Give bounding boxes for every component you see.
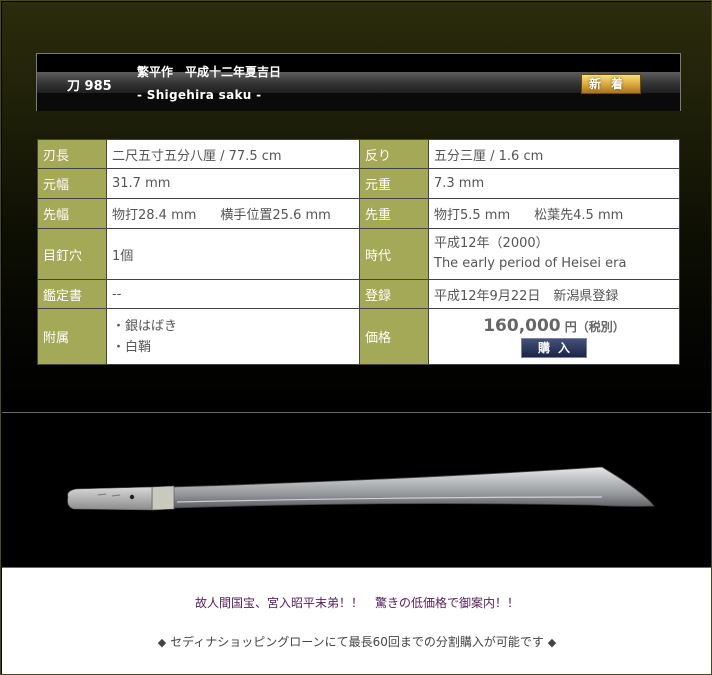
value-sakigasane: 物打5.5 mm 松葉先4.5 mm [428,198,680,229]
value-sakihaba-yokote: 横手位置25.6 mm [220,208,331,223]
sword-number: 刀 985 [67,79,112,94]
price-amount: 160,000 [483,315,561,336]
label-sakihaba: 先幅 [37,198,107,229]
label-mekugiana: 目釘穴 [37,228,107,280]
label-jidai: 時代 [359,228,429,280]
buy-button[interactable]: 購入 [521,337,587,358]
value-sakihaba: 物打28.4 mm 横手位置25.6 mm [106,198,360,229]
label-hacho: 刃長 [37,139,107,169]
value-toroku: 平成12年9月22日 新潟県登録 [428,279,680,309]
table-row: 附属 ・銀はばき ・白鞘 価格 160,000 円（税別） 購入 [37,308,680,365]
katana-image [67,466,655,511]
diamond-icon: ◆ [157,636,167,649]
title-english: - Shigehira saku - [137,88,262,102]
value-jidai: 平成12年（2000） The early period of Heisei e… [428,228,680,280]
diamond-icon: ◆ [547,636,557,649]
value-sakigasane-monouchi: 物打5.5 mm [434,208,511,223]
label-motogasane: 元重 [359,168,429,199]
notice-area: 故人間国宝、宮入昭平末弟！！ 驚きの低価格で御案内！！ ◆ セディナショッピング… [2,568,711,674]
value-fuzoku: ・銀はばき ・白鞘 [106,308,360,365]
fuzoku-item-habaki: ・銀はばき [112,318,178,334]
label-kanteisho: 鑑定書 [37,279,107,309]
specification-table: 刃長 二尺五寸五分八厘 / 77.5 cm 反り 五分三厘 / 1.6 cm 元… [37,139,680,365]
table-row: 刃長 二尺五寸五分八厘 / 77.5 cm 反り 五分三厘 / 1.6 cm [37,139,680,169]
value-sakihaba-monouchi: 物打28.4 mm [112,208,197,223]
title-japanese: 繁平作 平成十二年夏吉日 [137,65,282,79]
label-sakigasane: 先重 [359,198,429,229]
price-unit: 円（税別） [564,319,625,334]
value-kakaku: 160,000 円（税別） 購入 [428,308,680,365]
product-header-area: 刀 985 繁平作 平成十二年夏吉日 - Shigehira saku - 新着… [2,2,711,412]
value-jidai-english: The early period of Heisei era [434,256,627,271]
table-row: 目釘穴 1個 時代 平成12年（2000） The early period o… [37,228,680,280]
fuzoku-item-shirasaya: ・白鞘 [112,339,152,355]
new-arrival-badge: 新着 [581,74,641,94]
table-row: 鑑定書 -- 登録 平成12年9月22日 新潟県登録 [37,279,680,309]
product-title-bar: 刀 985 繁平作 平成十二年夏吉日 - Shigehira saku - 新着 [36,53,681,111]
value-mekugiana: 1個 [106,228,360,280]
value-hacho: 二尺五寸五分八厘 / 77.5 cm [106,139,360,169]
sword-image [2,413,711,567]
label-motohaba: 元幅 [37,168,107,199]
value-sori: 五分三厘 / 1.6 cm [428,139,680,169]
promo-notice: 故人間国宝、宮入昭平末弟！！ 驚きの低価格で御案内！！ [194,596,519,610]
label-sori: 反り [359,139,429,169]
title-band-lower [37,93,680,111]
label-kakaku: 価格 [359,308,429,365]
value-sakigasane-matsubasaki: 松葉先4.5 mm [534,208,624,223]
page-frame: 刀 985 繁平作 平成十二年夏吉日 - Shigehira saku - 新着… [0,0,712,675]
value-motogasane: 7.3 mm [428,168,680,199]
label-fuzoku: 附属 [37,308,107,365]
label-toroku: 登録 [359,279,429,309]
value-kanteisho: -- [106,279,360,309]
loan-notice-text: セディナショッピングローンにて最長60回までの分割購入が可能です [170,635,544,649]
loan-notice: ◆ セディナショッピングローンにて最長60回までの分割購入が可能です ◆ [2,633,711,650]
value-motohaba: 31.7 mm [106,168,360,199]
value-jidai-japanese: 平成12年（2000） [434,236,549,251]
table-row: 先幅 物打28.4 mm 横手位置25.6 mm 先重 物打5.5 mm 松葉先4.… [37,198,680,229]
table-row: 元幅 31.7 mm 元重 7.3 mm [37,168,680,199]
